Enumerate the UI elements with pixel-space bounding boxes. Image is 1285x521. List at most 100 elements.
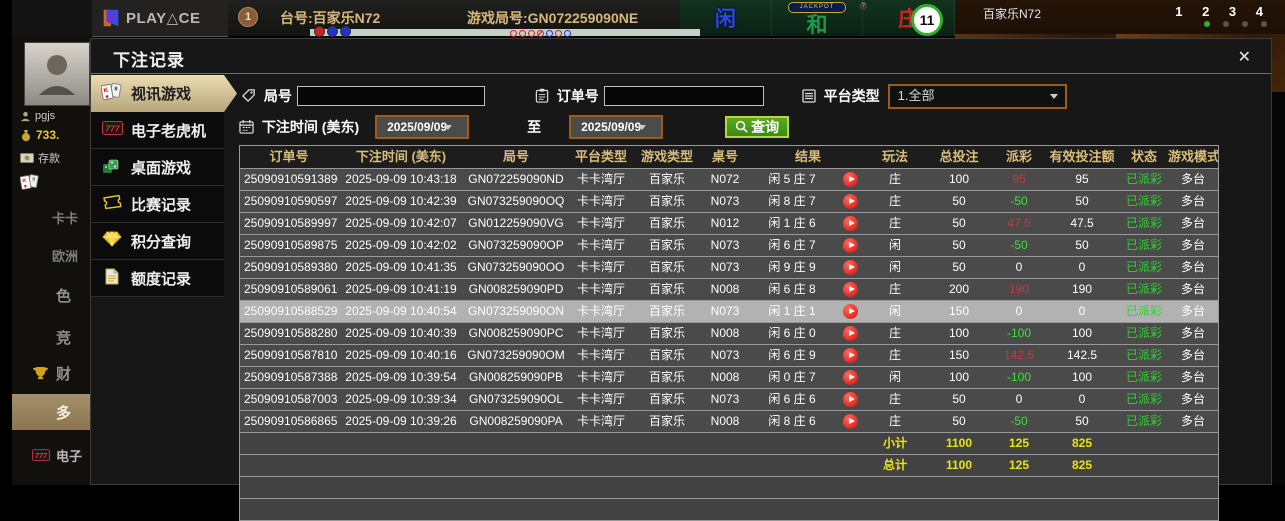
search-button[interactable]: 查询 [725, 116, 789, 138]
lobby-nav-item[interactable]: 卡卡 [12, 202, 90, 232]
sidebar-item-match-records[interactable]: 比赛记录 [91, 186, 224, 223]
cell-platform: 卡卡湾厅 [568, 345, 634, 366]
cell-total-bet: 50 [924, 257, 994, 278]
play-result-button[interactable] [843, 260, 858, 275]
cell-round-id: GN012259090VG [464, 213, 568, 234]
deposit-row[interactable]: 存款 [20, 150, 60, 166]
play-result-button[interactable] [843, 238, 858, 253]
sidebar-item-points[interactable]: 积分查询 [91, 223, 224, 260]
cell-game-mode: 多台 [1168, 411, 1218, 432]
cell-platform: 卡卡湾厅 [568, 367, 634, 388]
cell-result: 闲 5 庄 7 [750, 169, 834, 190]
bet-zone-tie[interactable]: JACKPOT ? 和 [772, 0, 864, 36]
round-id-input[interactable] [297, 86, 485, 106]
lobby-nav-item[interactable]: 色 [12, 280, 90, 310]
cell-valid-bet: 100 [1044, 323, 1120, 344]
total-valid: 825 [1044, 455, 1120, 476]
close-icon[interactable]: ✕ [1234, 45, 1255, 69]
countdown-timer: 11 [911, 4, 943, 36]
table-row[interactable]: 250909105893800 2025-09-09 10:41:35 GN07… [240, 257, 1218, 279]
username: pgjs [35, 110, 55, 122]
cell-result: 闲 6 庄 7 [750, 235, 834, 256]
table-row[interactable]: 250909105898756 2025-09-09 10:42:02 GN07… [240, 235, 1218, 257]
table-row[interactable]: 250909105878105 2025-09-09 10:40:16 GN07… [240, 345, 1218, 367]
cell-table-no: N012 [700, 213, 750, 234]
video-category-row[interactable]: 9 K♥ [20, 174, 40, 191]
play-result-button[interactable] [843, 414, 858, 429]
cell-payout: -50 [994, 411, 1044, 432]
table-row[interactable]: 250909105882802 2025-09-09 10:40:39 GN00… [240, 323, 1218, 345]
date-from-select[interactable]: 2025/09/09 [375, 115, 469, 139]
cell-order-id: 250909105873884 [240, 367, 338, 388]
cell-valid-bet: 50 [1044, 191, 1120, 212]
balance-amount: 733. [36, 128, 59, 142]
cell-platform: 卡卡湾厅 [568, 389, 634, 410]
play-result-button[interactable] [843, 216, 858, 231]
cell-bet-time: 2025-09-09 10:43:18 [338, 169, 464, 190]
table-row[interactable]: 250909105885293 2025-09-09 10:40:54 GN07… [240, 301, 1218, 323]
cell-valid-bet: 0 [1044, 257, 1120, 278]
play-result-button[interactable] [843, 194, 858, 209]
play-result-button[interactable] [843, 304, 858, 319]
col-header: 总投注 [924, 146, 994, 168]
sidebar-item-table-games[interactable]: 桌面游戏 [91, 149, 224, 186]
cell-bet-on: 闲 [866, 301, 924, 322]
cell-bet-time: 2025-09-09 10:39:54 [338, 367, 464, 388]
cell-round-id: GN008259090PA [464, 411, 568, 432]
table-row[interactable]: 250909105899976 2025-09-09 10:42:07 GN01… [240, 213, 1218, 235]
play-result-button[interactable] [843, 172, 858, 187]
screen: PLAY△CE 1 台号:百家乐N72 游戏局号:GN072259090NE 闲… [0, 0, 1285, 485]
table-label: 台号:百家乐N72 [280, 8, 380, 28]
cell-order-id: 250909105913890 [240, 169, 338, 190]
play-result-button[interactable] [843, 326, 858, 341]
play-result-button[interactable] [843, 282, 858, 297]
cell-valid-bet: 0 [1044, 301, 1120, 322]
dominoes-icon [100, 157, 124, 178]
cell-valid-bet: 47.5 [1044, 213, 1120, 234]
lobby-nav-item[interactable]: 欧洲 [12, 240, 90, 270]
lobby-nav-item-active[interactable]: 多 [12, 394, 90, 430]
cell-result: 闲 9 庄 9 [750, 257, 834, 278]
col-header: 下注时间 (美东) [338, 146, 464, 168]
cell-bet-time: 2025-09-09 10:42:02 [338, 235, 464, 256]
cell-result: 闲 6 庄 6 [750, 389, 834, 410]
table-row[interactable]: 250909105870031 2025-09-09 10:39:34 GN07… [240, 389, 1218, 411]
cell-total-bet: 100 [924, 169, 994, 190]
cell-result: 闲 0 庄 7 [750, 367, 834, 388]
table-row[interactable]: 250909105868651 2025-09-09 10:39:26 GN00… [240, 411, 1218, 433]
table-header-row: 订单号 下注时间 (美东) 局号 平台类型 游戏类型 桌号 结果 玩法 总投注 … [240, 146, 1218, 169]
sidebar-item-slots[interactable]: 777 电子老虎机 [91, 112, 224, 149]
lobby-nav-item[interactable]: 777 电子 [12, 440, 90, 470]
sidebar-item-quota-records[interactable]: 额度记录 [91, 260, 224, 297]
cell-valid-bet: 95 [1044, 169, 1120, 190]
avatar[interactable] [24, 42, 90, 106]
table-row[interactable]: 250909105890610 2025-09-09 10:41:19 GN00… [240, 279, 1218, 301]
cell-replay [834, 213, 866, 234]
menu-label: 电子老虎机 [131, 120, 206, 141]
table-row[interactable]: 250909105905979 2025-09-09 10:42:39 GN07… [240, 191, 1218, 213]
table-row[interactable]: 250909105873884 2025-09-09 10:39:54 GN00… [240, 367, 1218, 389]
platform-type-select[interactable]: 1.全部 [888, 84, 1067, 109]
table-row[interactable]: 250909105913890 2025-09-09 10:43:18 GN07… [240, 169, 1218, 191]
cell-round-id: GN073259090OL [464, 389, 568, 410]
play-result-button[interactable] [843, 348, 858, 363]
cell-bet-time: 2025-09-09 10:40:16 [338, 345, 464, 366]
lobby-nav-item[interactable]: 捕 [12, 478, 90, 485]
cell-total-bet: 50 [924, 411, 994, 432]
cell-status: 已派彩 [1120, 389, 1168, 410]
lobby-nav-item[interactable]: 竞 [12, 322, 90, 352]
order-id-label: 订单号 [535, 86, 599, 106]
play-result-button[interactable] [843, 370, 858, 385]
cell-table-no: N073 [700, 389, 750, 410]
cell-status: 已派彩 [1120, 411, 1168, 432]
play-result-button[interactable] [843, 392, 858, 407]
cell-payout: 0 [994, 257, 1044, 278]
cell-game-mode: 多台 [1168, 389, 1218, 410]
camera-numbers[interactable]: 1 2 3 4 [1175, 4, 1271, 19]
lobby-nav-item[interactable]: 财 [12, 358, 90, 388]
date-to-select[interactable]: 2025/09/09 [569, 115, 663, 139]
sidebar-item-video-games[interactable]: 9 K♥ 视讯游戏 [91, 75, 237, 112]
bet-records-table: 订单号 下注时间 (美东) 局号 平台类型 游戏类型 桌号 结果 玩法 总投注 … [239, 145, 1219, 521]
order-id-input[interactable] [604, 86, 764, 106]
cell-game-type: 百家乐 [634, 235, 700, 256]
